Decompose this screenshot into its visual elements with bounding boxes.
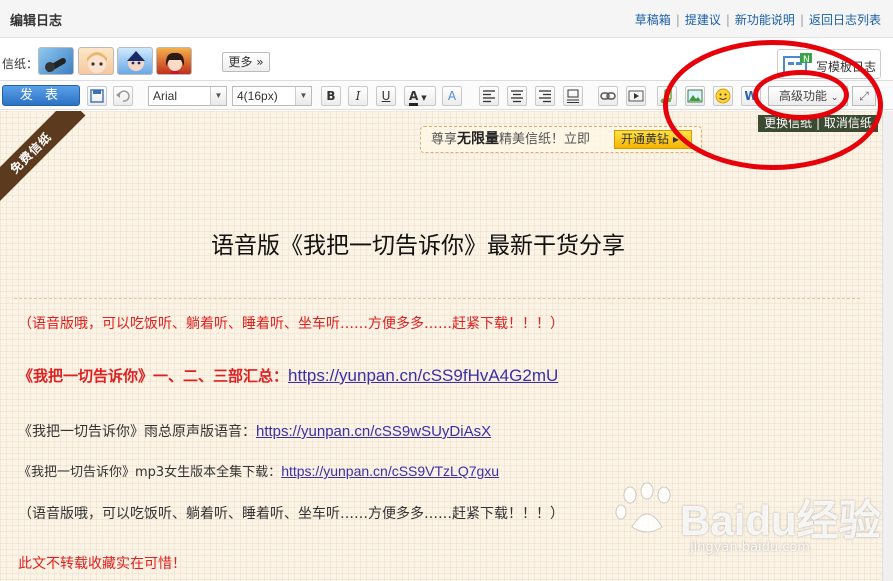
baidu-watermark-url: jingyan.baidu.com xyxy=(690,540,810,555)
page-title: 编辑日志 xyxy=(10,14,63,29)
change-stationery-link[interactable]: 更换信纸 xyxy=(764,116,812,130)
chevron-down-icon: ⌄ xyxy=(830,93,839,103)
publish-button[interactable]: 发 表 xyxy=(2,85,80,106)
word-import-icon[interactable]: W xyxy=(741,86,761,106)
girl-icon xyxy=(165,52,185,74)
content-line-5: （语音版哦，可以吃饭听、躺着听、睡着听、坐车听……方便多多……赶紧下载！！！） xyxy=(18,506,564,522)
content-line-3-text: 《我把一切告诉你》雨总原声版语音： xyxy=(18,424,256,440)
chevron-down-icon: ▼ xyxy=(210,87,226,105)
back-to-list-link[interactable]: 返回日志列表 xyxy=(809,13,881,27)
stationery-label: 信纸： xyxy=(2,57,39,71)
more-stationery-button[interactable]: 更多 » xyxy=(222,52,270,72)
vertical-scrollbar[interactable] xyxy=(882,111,893,581)
align-left-icon[interactable] xyxy=(479,86,499,106)
underline-icon[interactable]: U xyxy=(376,86,396,106)
content-line-2: 《我把一切告诉你》一、二、三部汇总：https://yunpan.cn/cSS9… xyxy=(18,365,558,386)
svg-text:N: N xyxy=(803,55,810,65)
bold-icon[interactable]: B xyxy=(321,86,341,106)
content-line-4-link[interactable]: https://yunpan.cn/cSS9VTzLQ7gxu xyxy=(281,463,499,479)
video-icon[interactable] xyxy=(626,86,646,106)
music-icon[interactable] xyxy=(657,86,677,106)
cancel-stationery-link[interactable]: 取消信纸 xyxy=(824,116,872,130)
template-icon: N xyxy=(783,53,812,74)
doll-icon xyxy=(87,52,107,73)
font-size-value: 4(16px) xyxy=(237,89,278,103)
italic-icon[interactable]: I xyxy=(348,86,368,106)
chevron-down-icon: ▼ xyxy=(295,87,311,105)
align-right-icon[interactable] xyxy=(535,86,555,106)
font-family-select[interactable]: Arial ▼ xyxy=(148,86,227,106)
vip-promo-banner: 尊享无限量精美信纸！立即 开通黄钻 ▸ xyxy=(420,126,702,153)
stationery-thumb-3[interactable] xyxy=(117,47,153,75)
font-family-value: Arial xyxy=(153,89,178,103)
post-title: 语音版《我把一切告诉你》最新干货分享 xyxy=(211,233,625,259)
stationery-thumb-4[interactable] xyxy=(156,47,192,75)
align-center-icon[interactable] xyxy=(507,86,527,106)
double-chevron-down-icon: » xyxy=(256,55,264,69)
content-divider xyxy=(14,298,860,299)
stationery-thumb-2[interactable] xyxy=(78,47,114,75)
drafts-link[interactable]: 草稿箱 xyxy=(635,13,671,27)
open-vip-button[interactable]: 开通黄钻 ▸ xyxy=(614,130,692,149)
template-diary-button[interactable]: N 写模板日志 xyxy=(777,49,881,79)
baidu-paw-icon xyxy=(615,482,671,533)
stationery-row: 信纸： 更多 » N 写模板日志 xyxy=(0,44,893,79)
more-label: 更多 xyxy=(228,55,253,69)
content-line-4-text: 《我把一切告诉你》mp3女生版本全集下载： xyxy=(18,465,282,480)
fullscreen-icon[interactable]: ⤢ xyxy=(852,86,876,106)
advanced-features-button[interactable]: 高级功能 ⌄ xyxy=(768,86,848,106)
editor-toolbar: 发 表 Arial ▼ 4(16px) ▼ B I U A ▼ A W 高级功能 ⌄ … xyxy=(0,80,893,110)
promo-suffix: 精美信纸！立即 xyxy=(499,132,591,147)
content-line-2-text: 《我把一切告诉你》一、二、三部汇总： xyxy=(18,367,289,385)
template-diary-label: 写模板日志 xyxy=(816,60,877,74)
advanced-features-label: 高级功能 xyxy=(779,89,828,103)
content-line-6: 此文不转载收藏实在可惜！ xyxy=(18,556,186,572)
text-highlight-icon[interactable]: A xyxy=(442,86,462,106)
baidu-watermark: Baidu经验 xyxy=(680,497,881,544)
undo-icon[interactable] xyxy=(113,86,133,106)
stationery-actions: 更换信纸 | 取消信纸 xyxy=(758,115,878,132)
arrow-right-icon: ▸ xyxy=(672,132,679,146)
image-icon[interactable] xyxy=(685,86,705,106)
font-color-icon[interactable]: A ▼ xyxy=(404,86,436,106)
page-header: 编辑日志 草稿箱 | 提建议 | 新功能说明 | 返回日志列表 xyxy=(0,0,893,38)
emoji-icon[interactable] xyxy=(713,86,733,106)
content-line-3: 《我把一切告诉你》雨总原声版语音：https://yunpan.cn/cSS9w… xyxy=(18,421,491,441)
new-features-link[interactable]: 新功能说明 xyxy=(735,13,795,27)
divider: | xyxy=(799,13,804,27)
free-stationery-ribbon: 免费信纸 xyxy=(0,111,86,208)
font-size-select[interactable]: 4(16px) ▼ xyxy=(232,86,312,106)
divider: | xyxy=(675,13,680,27)
suggestion-link[interactable]: 提建议 xyxy=(685,13,721,27)
open-vip-label: 开通黄钻 xyxy=(621,132,670,146)
link-icon[interactable] xyxy=(598,86,618,106)
character-icon xyxy=(127,51,145,71)
stationery-thumb-1[interactable] xyxy=(38,47,74,75)
paragraph-icon[interactable] xyxy=(563,86,583,106)
divider: | xyxy=(725,13,730,27)
content-line-4: 《我把一切告诉你》mp3女生版本全集下载：https://yunpan.cn/c… xyxy=(18,461,499,480)
promo-prefix: 尊享 xyxy=(431,132,458,147)
save-icon[interactable] xyxy=(87,86,107,106)
content-line-2-link[interactable]: https://yunpan.cn/cSS9fHvA4G2mU xyxy=(288,366,558,385)
promo-highlight: 无限量 xyxy=(457,131,500,147)
guitar-icon xyxy=(45,58,66,72)
header-links: 草稿箱 | 提建议 | 新功能说明 | 返回日志列表 xyxy=(635,11,881,28)
content-line-3-link[interactable]: https://yunpan.cn/cSS9wSUyDiAsX xyxy=(256,423,491,440)
content-line-1: （语音版哦，可以吃饭听、躺着听、睡着听、坐车听……方便多多……赶紧下载！！！） xyxy=(18,316,564,332)
